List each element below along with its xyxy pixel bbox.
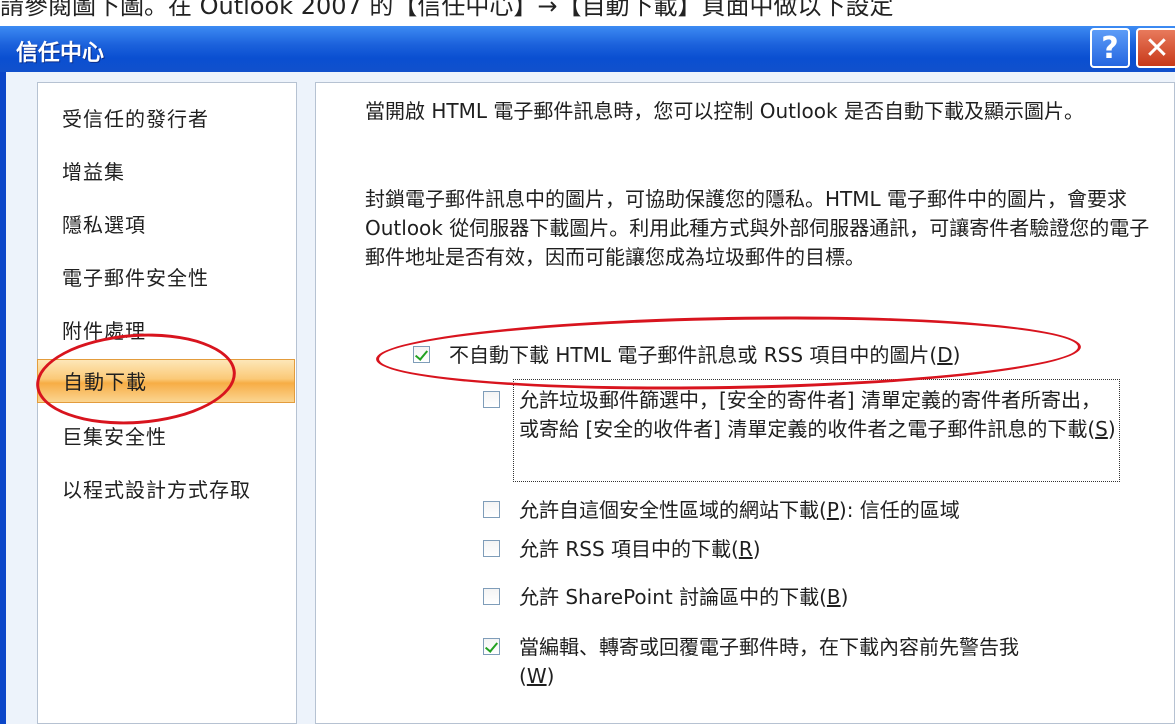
- checkbox-warn-before-download[interactable]: [483, 638, 500, 655]
- sidebar-item-attachment-handling[interactable]: 附件處理: [62, 315, 146, 344]
- sidebar-item-add-ins[interactable]: 增益集: [62, 156, 125, 185]
- checkbox-rss-download[interactable]: [483, 540, 500, 557]
- title-bar: 信任中心 ? ✕: [0, 26, 1175, 72]
- option-label: 允許自這個安全性區域的網站下載: [519, 498, 819, 522]
- window-border: [0, 72, 6, 724]
- category-sidebar: 受信任的發行者 增益集 隱私選項 電子郵件安全性 附件處理 自動下載 巨集安全性…: [37, 82, 297, 724]
- help-button[interactable]: ?: [1090, 28, 1130, 68]
- checkbox-security-zone-download[interactable]: [483, 501, 500, 518]
- option-label: 當編輯、轉寄或回覆電子郵件時，在下載內容前先警告我: [519, 635, 1019, 659]
- access-key: S: [1095, 417, 1108, 441]
- access-key: D: [937, 343, 953, 367]
- sidebar-item-email-security[interactable]: 電子郵件安全性: [62, 262, 209, 291]
- option-label: 允許 RSS 項目中的下載: [519, 537, 732, 561]
- sidebar-item-privacy-options[interactable]: 隱私選項: [62, 209, 146, 238]
- checkbox-no-auto-download[interactable]: [413, 346, 430, 363]
- settings-panel: 當開啟 HTML 電子郵件訊息時，您可以控制 Outlook 是否自動下載及顯示…: [315, 82, 1175, 724]
- intro-paragraph: 當開啟 HTML 電子郵件訊息時，您可以控制 Outlook 是否自動下載及顯示…: [365, 99, 1084, 123]
- header-fragment-text: 請參閱圖下圖。在 Outlook 2007 的【信任中心】→【自動下載】頁面中做…: [0, 0, 894, 20]
- checkbox-safe-senders-download[interactable]: [483, 391, 500, 408]
- access-key: W: [526, 664, 547, 688]
- sidebar-item-macro-security[interactable]: 巨集安全性: [62, 421, 167, 450]
- sidebar-item-automatic-download[interactable]: 自動下載: [37, 359, 295, 403]
- sidebar-item-programmatic-access[interactable]: 以程式設計方式存取: [62, 474, 251, 503]
- option-label: 不自動下載 HTML 電子郵件訊息或 RSS 項目中的圖片: [449, 343, 930, 367]
- zone-name: : 信任的區域: [846, 498, 960, 522]
- access-key: P: [826, 498, 839, 522]
- option-label: 允許 SharePoint 討論區中的下載: [519, 585, 820, 609]
- sidebar-item-trusted-publishers[interactable]: 受信任的發行者: [62, 103, 209, 132]
- option-label: 允許垃圾郵件篩選中，[安全的寄件者] 清單定義的寄件者所寄出，或寄給 [安全的收…: [519, 388, 1101, 441]
- access-key: R: [738, 537, 753, 561]
- access-key: B: [826, 585, 841, 609]
- dialog-title: 信任中心: [16, 41, 105, 66]
- close-button[interactable]: ✕: [1136, 28, 1175, 68]
- privacy-paragraph: 封鎖電子郵件訊息中的圖片，可協助保護您的隱私。HTML 電子郵件中的圖片，會要求…: [365, 187, 1150, 269]
- cropped-header-text: 請參閱圖下圖。在 Outlook 2007 的【信任中心】→【自動下載】頁面中做…: [0, 0, 1175, 26]
- checkbox-sharepoint-download[interactable]: [483, 588, 500, 605]
